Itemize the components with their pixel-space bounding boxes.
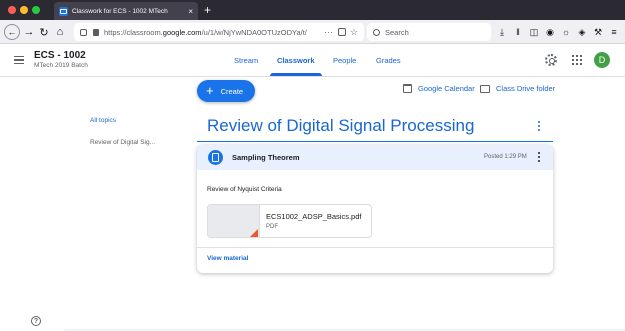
class-section: MTech 2019 Batch <box>34 62 88 69</box>
pdf-corner-icon <box>248 229 258 237</box>
reload-icon[interactable]: ↻ <box>38 24 50 40</box>
material-title[interactable]: Sampling Theorem <box>232 153 300 162</box>
url-bar[interactable]: https://classroom.google.com/u/1/w/NjYwN… <box>74 23 364 41</box>
download-icon[interactable]: ⤓ <box>495 24 509 40</box>
browser-titlebar: Classwork for ECS - 1002 MTech × + <box>0 0 625 20</box>
class-drive-folder-link[interactable]: Class Drive folder <box>480 84 555 93</box>
calendar-icon <box>403 84 412 93</box>
page-actions-icon[interactable]: ··· <box>324 27 333 37</box>
attachment-chip[interactable]: ECS1002_ADSP_Basics.pdf PDF <box>207 204 372 238</box>
pdf-thumbnail <box>208 205 260 237</box>
classroom-header: ECS - 1002 MTech 2019 Batch Stream Class… <box>0 44 625 77</box>
lock-icon[interactable] <box>93 28 99 36</box>
create-button[interactable]: + Create <box>197 80 255 102</box>
plus-icon: + <box>206 83 214 98</box>
maximize-window-button[interactable] <box>32 6 40 14</box>
account-icon[interactable]: ◉ <box>543 24 557 40</box>
folder-icon <box>480 84 490 93</box>
posted-time: Posted 1:29 PM <box>484 154 527 160</box>
calendar-label: Google Calendar <box>418 84 475 93</box>
tracking-shield-icon[interactable] <box>80 28 87 36</box>
browser-toolbar-icons: ⤓ ‖ ◫ ◉ ☼ ◈ ⚒ ≡ <box>495 24 621 40</box>
material-card: Sampling Theorem Posted 1:29 PM Review o… <box>197 145 553 273</box>
main-menu-icon[interactable] <box>14 56 24 64</box>
home-icon[interactable]: ⌂ <box>54 24 66 40</box>
topic-title: Review of Digital Signal Processing <box>207 116 475 135</box>
tab-people[interactable]: People <box>333 44 356 77</box>
library-icon[interactable]: ‖ <box>511 24 525 40</box>
help-icon[interactable]: ? <box>31 316 41 326</box>
material-more-options-icon[interactable] <box>537 152 541 162</box>
tab-grades[interactable]: Grades <box>376 44 401 77</box>
search-input[interactable]: Search <box>367 23 491 41</box>
topic-divider <box>197 141 553 142</box>
drive-label: Class Drive folder <box>496 84 556 93</box>
url-text[interactable]: https://classroom.google.com/u/1/w/NjYwN… <box>104 28 320 37</box>
browser-tab[interactable]: Classwork for ECS - 1002 MTech × <box>54 2 198 20</box>
tab-close-icon[interactable]: × <box>188 7 193 16</box>
browser-navbar: ← → ↻ ⌂ https://classroom.google.com/u/1… <box>0 20 625 44</box>
google-calendar-link[interactable]: Google Calendar <box>403 84 475 93</box>
menu-icon[interactable]: ≡ <box>607 24 621 40</box>
sidebar-icon[interactable]: ◫ <box>527 24 541 40</box>
attachment-type: PDF <box>266 224 278 230</box>
view-material-link[interactable]: View material <box>207 255 248 262</box>
new-tab-button[interactable]: + <box>204 3 211 17</box>
extension-shield-icon[interactable]: ◈ <box>575 24 589 40</box>
search-icon <box>373 28 380 36</box>
avatar[interactable]: D <box>594 52 610 68</box>
settings-gear-icon[interactable] <box>545 54 557 66</box>
material-icon <box>208 150 223 165</box>
extension-icon[interactable]: ☼ <box>559 24 573 40</box>
sidebar-item-topic[interactable]: Review of Digital Sig... <box>90 139 155 146</box>
tab-stream[interactable]: Stream <box>234 44 258 77</box>
forward-icon[interactable]: → <box>23 24 35 40</box>
close-window-button[interactable] <box>8 6 16 14</box>
topic-more-options-icon[interactable] <box>537 121 541 131</box>
minimize-window-button[interactable] <box>20 6 28 14</box>
pocket-icon[interactable] <box>337 28 346 36</box>
search-placeholder: Search <box>385 27 409 37</box>
extension-tool-icon[interactable]: ⚒ <box>591 24 605 40</box>
bookmark-star-icon[interactable]: ☆ <box>350 27 358 38</box>
back-icon[interactable]: ← <box>4 24 20 40</box>
sidebar-item-all-topics[interactable]: All topics <box>90 117 116 124</box>
google-apps-icon[interactable] <box>572 55 582 65</box>
material-description: Review of Nyquist Criteria <box>207 186 282 193</box>
card-divider <box>197 247 553 248</box>
material-header[interactable]: Sampling Theorem Posted 1:29 PM <box>197 145 553 170</box>
tab-title: Classwork for ECS - 1002 MTech <box>72 7 168 15</box>
class-name[interactable]: ECS - 1002 <box>34 50 86 61</box>
active-tab-indicator <box>270 73 322 76</box>
create-label: Create <box>220 86 244 96</box>
classroom-favicon-icon <box>59 6 68 16</box>
attachment-name: ECS1002_ADSP_Basics.pdf <box>266 212 362 221</box>
